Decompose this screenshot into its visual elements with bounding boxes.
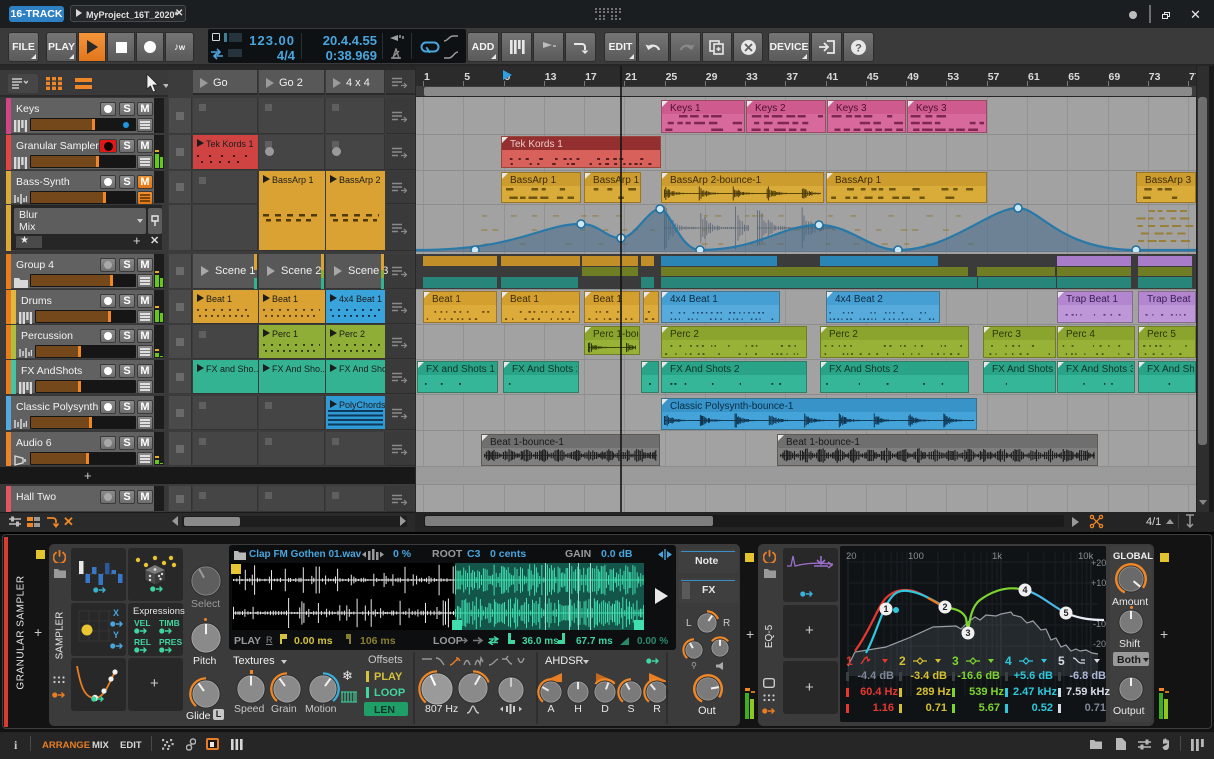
- svg-text:2: 2: [942, 602, 947, 612]
- svg-text:?: ?: [855, 42, 862, 54]
- svg-text:3: 3: [965, 628, 970, 638]
- svg-text:5: 5: [1063, 608, 1068, 618]
- svg-text:4: 4: [1022, 585, 1027, 595]
- svg-text:1: 1: [883, 604, 888, 614]
